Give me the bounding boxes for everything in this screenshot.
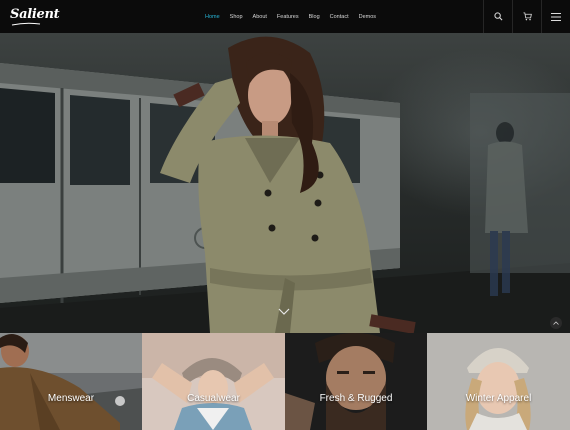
nav-item-shop[interactable]: Shop <box>230 14 243 20</box>
search-icon <box>493 12 502 21</box>
nav-item-home[interactable]: Home <box>205 14 220 20</box>
cart-button[interactable] <box>512 0 541 33</box>
category-label: Fresh & Rugged <box>319 393 393 404</box>
logo-swoosh <box>11 22 41 26</box>
chevron-down-icon[interactable] <box>278 308 290 316</box>
hamburger-menu-icon <box>551 12 561 21</box>
winter-apparel-image <box>427 333 570 430</box>
nav-item-contact[interactable]: Contact <box>330 14 349 20</box>
top-navigation-bar: Salient Home Shop About Features Blog Co… <box>0 0 570 33</box>
hero-image <box>0 36 570 333</box>
menswear-image <box>0 333 142 430</box>
nav-item-about[interactable]: About <box>253 14 267 20</box>
search-button[interactable] <box>483 0 512 33</box>
main-menu: Home Shop About Features Blog Contact De… <box>205 0 376 33</box>
back-to-top-button[interactable] <box>550 317 562 329</box>
chevron-up-icon <box>553 321 559 325</box>
category-tile-winter-apparel[interactable]: Winter Apparel <box>427 333 570 430</box>
nav-item-demos[interactable]: Demos <box>359 14 376 20</box>
nav-icon-group <box>483 0 570 33</box>
category-label: Winter Apparel <box>465 393 532 404</box>
fresh-rugged-image <box>285 333 427 430</box>
category-label: Menswear <box>47 393 95 404</box>
hero-banner <box>0 33 570 333</box>
nav-item-features[interactable]: Features <box>277 14 299 20</box>
category-tile-fresh-rugged[interactable]: Fresh & Rugged <box>285 333 427 430</box>
site-logo[interactable]: Salient <box>10 7 60 22</box>
cart-icon <box>522 12 532 21</box>
casualwear-image <box>142 333 285 430</box>
category-grid: Menswear Casualwear Fresh & Rugged Winte… <box>0 333 570 430</box>
category-tile-menswear[interactable]: Menswear <box>0 333 142 430</box>
category-tile-casualwear[interactable]: Casualwear <box>142 333 285 430</box>
hamburger-menu-button[interactable] <box>541 0 570 33</box>
category-label: Casualwear <box>187 393 240 404</box>
nav-item-blog[interactable]: Blog <box>309 14 320 20</box>
